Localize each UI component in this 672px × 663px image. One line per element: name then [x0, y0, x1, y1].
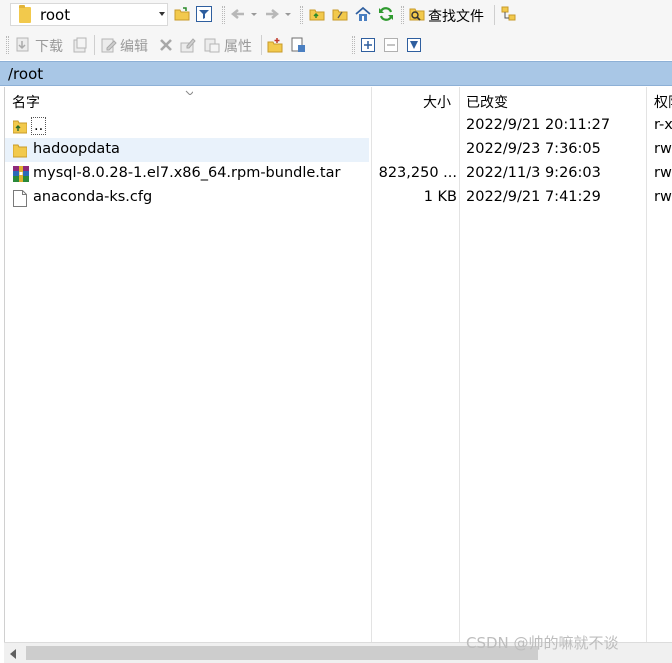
chevron-down-icon[interactable]	[159, 12, 165, 16]
refresh-icon[interactable]	[378, 6, 394, 22]
file-icon	[13, 190, 27, 207]
file-row[interactable]: anaconda-ks.cfg 1 KB 2022/9/21 7:41:29 r…	[5, 186, 672, 210]
tree-view-icon[interactable]	[501, 6, 517, 22]
file-size: 1 KB	[423, 189, 457, 205]
file-operations-toolbar: 下载 编辑 属性	[0, 30, 672, 60]
toolbar-separator	[494, 5, 495, 25]
file-permissions: r-x	[654, 117, 672, 133]
back-dropdown-icon[interactable]	[250, 6, 258, 22]
column-header-size[interactable]: 大小	[423, 92, 451, 112]
file-name: mysql-8.0.28-1.el7.x86_64.rpm-bundle.tar	[33, 165, 341, 181]
address-bar[interactable]: /root	[0, 61, 672, 86]
toolbar-grip	[300, 6, 303, 24]
watermark: CSDN @帅的嘛就不谈	[466, 634, 619, 652]
toolbar-separator	[94, 35, 95, 55]
column-header-modified[interactable]: 已改变	[466, 92, 508, 112]
sort-caret-icon	[185, 90, 193, 95]
path-combobox-value: root	[40, 5, 71, 24]
forward-arrow-icon[interactable]	[264, 6, 280, 22]
new-file-icon[interactable]	[290, 37, 306, 53]
file-permissions: rw	[654, 141, 672, 157]
download-icon[interactable]	[15, 37, 31, 53]
deselect-icon[interactable]	[383, 37, 399, 53]
parent-folder-icon	[13, 120, 27, 134]
properties-button[interactable]: 属性	[224, 36, 252, 56]
toolbar-grip	[222, 6, 225, 24]
toolbar-separator	[261, 35, 262, 55]
find-files-button[interactable]: 查找文件	[428, 6, 484, 26]
column-header-name[interactable]: 名字	[12, 92, 40, 112]
edit-button[interactable]: 编辑	[120, 36, 148, 56]
edit-icon[interactable]	[101, 37, 117, 53]
file-permissions: rw	[654, 165, 672, 181]
root-folder-icon[interactable]	[332, 6, 348, 22]
file-permissions: rw	[654, 189, 672, 205]
list-header: 名字 大小 已改变 权限	[5, 87, 672, 113]
folder-icon	[13, 144, 27, 158]
toolbar-grip	[6, 36, 9, 54]
new-folder-icon[interactable]	[267, 37, 283, 53]
main-toolbar: root 查找文件	[0, 0, 672, 30]
file-modified: 2022/9/23 7:36:05	[466, 141, 601, 157]
file-size: 823,250 ...	[378, 165, 457, 181]
select-all-icon[interactable]	[360, 37, 376, 53]
file-list[interactable]: 名字 大小 已改变 权限 .. 2022/9/21 20:11:27 r-x h…	[4, 87, 672, 642]
scroll-left-icon[interactable]	[10, 649, 16, 659]
file-modified: 2022/9/21 7:41:29	[466, 189, 601, 205]
open-folder-icon[interactable]	[174, 6, 190, 22]
file-row[interactable]: mysql-8.0.28-1.el7.x86_64.rpm-bundle.tar…	[5, 162, 672, 186]
file-name: hadoopdata	[33, 141, 120, 157]
download-button[interactable]: 下载	[35, 36, 63, 56]
file-row[interactable]: .. 2022/9/21 20:11:27 r-x	[5, 114, 672, 138]
file-row[interactable]: hadoopdata 2022/9/23 7:36:05 rw	[5, 138, 672, 162]
archive-icon	[13, 166, 29, 182]
filter-select-icon[interactable]	[406, 37, 422, 53]
properties-icon[interactable]	[204, 37, 220, 53]
file-name: ..	[31, 117, 47, 135]
toolbar-grip	[401, 6, 404, 24]
column-header-permissions[interactable]: 权限	[654, 92, 672, 112]
delete-icon[interactable]	[158, 37, 174, 53]
current-path: /root	[8, 65, 44, 83]
file-modified: 2022/11/3 9:26:03	[466, 165, 601, 181]
find-files-icon[interactable]	[409, 6, 425, 22]
rename-icon[interactable]	[180, 37, 196, 53]
file-modified: 2022/9/21 20:11:27	[466, 117, 611, 133]
scrollbar-thumb[interactable]	[26, 646, 538, 660]
filter-icon[interactable]	[196, 6, 212, 22]
file-name: anaconda-ks.cfg	[33, 189, 153, 205]
folder-icon	[19, 4, 31, 23]
forward-dropdown-icon[interactable]	[284, 6, 292, 22]
download-copy-icon[interactable]	[72, 37, 88, 53]
path-combobox[interactable]: root	[10, 3, 168, 26]
home-icon[interactable]	[355, 6, 371, 22]
parent-folder-icon[interactable]	[309, 6, 325, 22]
back-arrow-icon[interactable]	[230, 6, 246, 22]
toolbar-grip	[352, 36, 355, 54]
